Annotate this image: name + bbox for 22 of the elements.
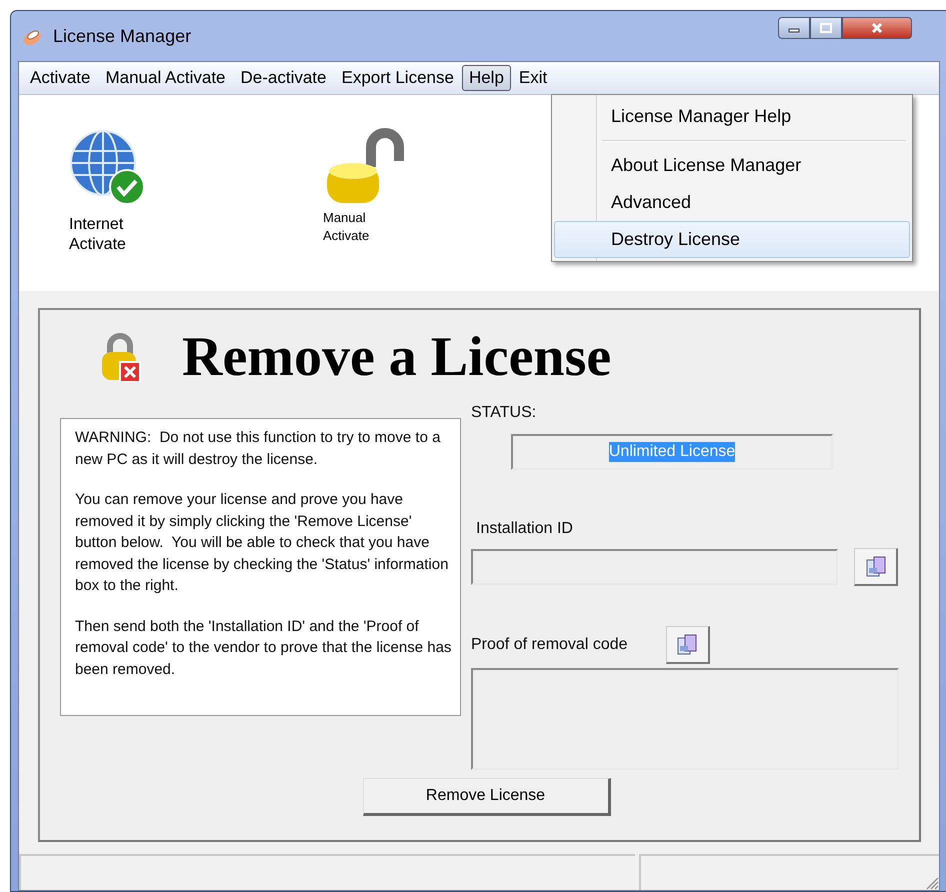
field-label: Installation ID: [476, 520, 574, 538]
menu-item[interactable]: Exit: [512, 65, 554, 91]
toolbar-button[interactable]: Internet Activate: [69, 129, 149, 255]
warning-paragraph: Then send both the 'Installation ID' and the 'Proof of removal code' to the vendor to prove that the license has been removed.: [75, 616, 452, 680]
field-label: Proof of removal code: [471, 636, 628, 654]
menu-item[interactable]: Advanced: [554, 184, 910, 221]
page-title: Remove a License: [182, 325, 612, 389]
menu-item[interactable]: Help: [462, 65, 511, 91]
toolbar-button[interactable]: Manual Activate: [323, 127, 407, 245]
status-value: Unlimited License: [608, 442, 736, 462]
menu-item[interactable]: Destroy License: [554, 221, 910, 258]
remove-license-button[interactable]: Remove License: [362, 778, 610, 816]
menu-item[interactable]: Manual Activate: [98, 65, 232, 91]
menu-item[interactable]: License Manager Help: [554, 98, 910, 135]
menu-item[interactable]: De-activate: [234, 65, 334, 91]
window-title: License Manager: [53, 26, 192, 46]
menu-item[interactable]: Export License: [334, 65, 461, 91]
field-label: STATUS:: [471, 404, 538, 422]
menu-item[interactable]: Activate: [23, 65, 98, 91]
warning-paragraph: You can remove your license and prove you have removed it by simply clicking the 'Remove License' button below. You will be able to check that you have removed the license by checking the 'Status' information box to the right.: [75, 490, 450, 596]
warning-paragraph: WARNING: Do not use this function to try to move to a new PC as it will destroy the license.: [75, 428, 442, 470]
menu-item[interactable]: About License Manager: [554, 147, 910, 184]
